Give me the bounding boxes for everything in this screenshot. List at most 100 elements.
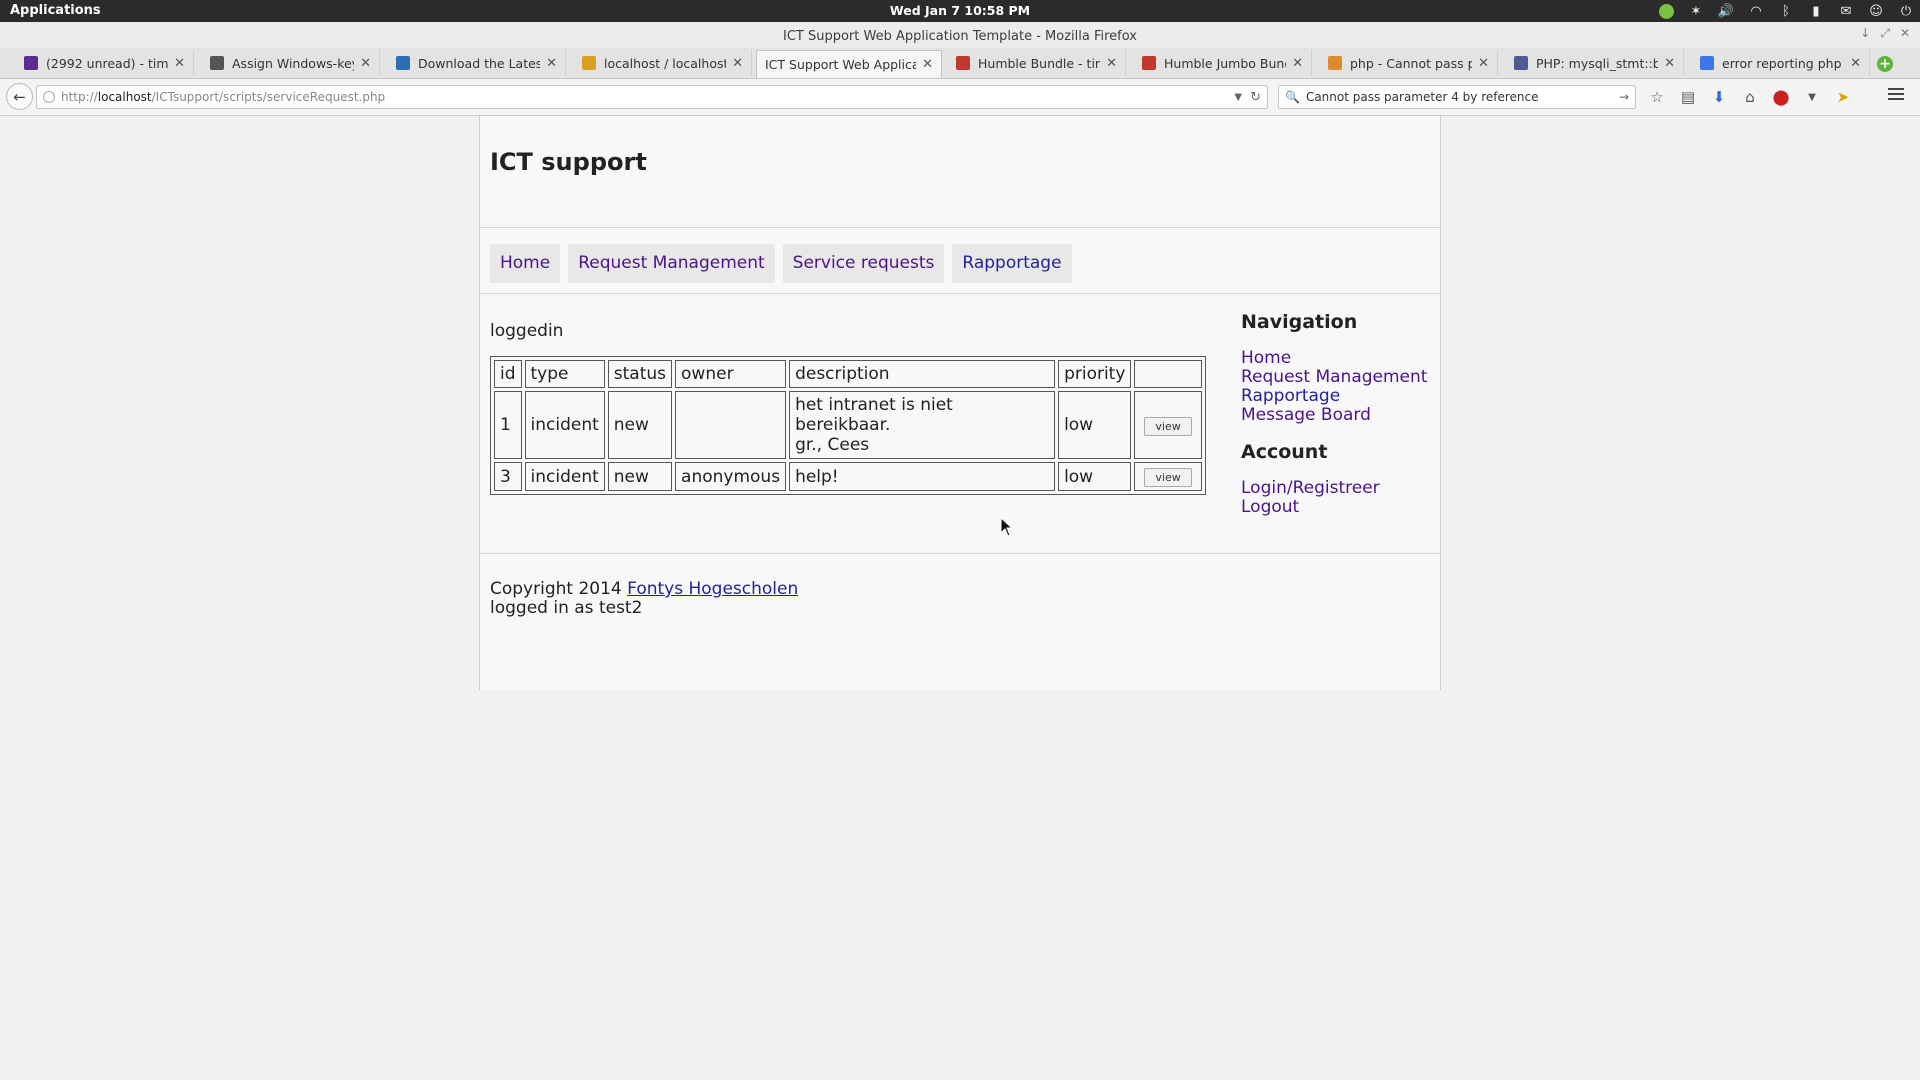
close-icon[interactable]: ✕ [546,56,557,71]
window-controls: ↓ ⤢ ✕ [1860,26,1910,41]
adblock-icon[interactable]: ⬤ [1772,88,1790,106]
maximize-icon[interactable]: ⤢ [1880,26,1890,41]
divider [480,293,1440,294]
divider [480,553,1440,554]
cell-description: het intranet is niet bereikbaar. gr., Cee… [789,391,1056,459]
spotify-icon[interactable] [1658,3,1674,19]
browser-tab[interactable]: Humble Bundle - tims... ✕ [948,50,1126,76]
cell-id: 1 [494,391,522,459]
browser-tab[interactable]: Humble Jumbo Bundl... ✕ [1134,50,1312,76]
browser-tab-active[interactable]: ICT Support Web Applicati... ✕ [756,50,942,78]
url-bar[interactable]: http://localhost/ICTsupport/scripts/serv… [36,85,1268,109]
tab-label: Humble Bundle - tims... [978,55,1100,71]
sidebar-link-message-board[interactable]: Message Board [1241,406,1431,425]
close-icon[interactable]: ✕ [360,56,371,71]
cell-action: view [1134,462,1202,491]
cell-description: help! [789,462,1056,491]
view-button[interactable]: view [1144,468,1192,487]
hamburger-menu-icon[interactable] [1888,88,1904,103]
window-title: ICT Support Web Application Template - M… [783,29,1137,44]
menu-item-request-management[interactable]: Request Management [568,244,775,283]
column-header-description: description [789,360,1056,388]
browser-tab[interactable]: php - Cannot pass par... ✕ [1320,50,1498,76]
mail-icon[interactable]: ✉ [1838,3,1854,19]
browser-tab[interactable]: Download the Latest ... ✕ [388,50,566,76]
humble-favicon-icon [956,56,970,70]
column-header-action [1134,360,1202,388]
back-button[interactable]: ← [6,83,33,110]
sidebar-link-logout[interactable]: Logout [1241,498,1431,517]
close-icon[interactable]: ✕ [1106,56,1117,71]
close-icon[interactable]: ✕ [1292,56,1303,71]
browser-tab[interactable]: Assign Windows-key t... ✕ [202,50,380,76]
tab-label: PHP: mysqli_stmt::bin... [1536,55,1659,71]
bookmarks-list-icon[interactable]: ▤ [1679,88,1697,106]
wifi-icon[interactable]: ◠ [1748,3,1764,19]
adblock-dropdown-icon[interactable]: ▼ [1803,88,1821,106]
user-icon[interactable]: ☺ [1868,3,1884,19]
navigation-heading: Navigation [1241,311,1358,333]
cell-priority: low [1058,391,1132,459]
cell-id: 3 [494,462,522,491]
navigation-toolbar: ← http://localhost/ICTsupport/scripts/se… [0,79,1920,116]
cell-owner [675,391,787,459]
close-window-icon[interactable]: ✕ [1900,26,1910,41]
search-bar[interactable]: 🔍 Cannot pass parameter 4 by reference → [1278,85,1636,109]
power-icon[interactable]: ⏻ [1898,3,1914,19]
menu-item-home[interactable]: Home [490,244,561,283]
site-identity-icon[interactable] [43,91,55,103]
sidebar-link-rapportage[interactable]: Rapportage [1241,387,1431,406]
menu-item-service-requests[interactable]: Service requests [782,244,945,283]
tab-label: Humble Jumbo Bundl... [1164,55,1286,71]
volume-icon[interactable]: 🔊 [1718,3,1734,19]
search-go-icon[interactable]: → [1619,90,1629,104]
downloads-icon[interactable]: ⬇ [1710,88,1728,106]
php-favicon-icon [1514,56,1528,70]
tab-label: Assign Windows-key t... [232,55,355,71]
stackoverflow-favicon-icon [1328,56,1342,70]
search-input[interactable]: Cannot pass parameter 4 by reference [1306,90,1619,104]
bluetooth-icon[interactable]: ᛒ [1778,3,1794,19]
close-icon[interactable]: ✕ [922,57,933,72]
browser-tab[interactable]: PHP: mysqli_stmt::bin... ✕ [1506,50,1684,76]
system-tray: ✶ 🔊 ◠ ᛒ ▮ ✉ ☺ ⏻ [1658,2,1914,20]
tab-label: error reporting php li... [1722,55,1844,71]
system-clock[interactable]: Wed Jan 7 10:58 PM [0,3,1920,18]
tab-label: localhost / localhost / ... [604,55,727,71]
search-icon[interactable]: 🔍 [1285,90,1300,104]
bookmark-star-icon[interactable]: ☆ [1648,88,1666,106]
sidebar-link-request-management[interactable]: Request Management [1241,368,1431,387]
column-header-owner: owner [675,360,787,388]
humble-favicon-icon [1142,56,1156,70]
view-button[interactable]: view [1144,416,1192,436]
steam-icon[interactable]: ✶ [1688,3,1704,19]
reload-icon[interactable]: ↻ [1250,90,1261,105]
sidebar-link-login[interactable]: Login/Registreer [1241,479,1431,498]
cell-type: incident [524,462,605,491]
menu-item-rapportage[interactable]: Rapportage [952,244,1072,283]
url-text[interactable]: http://localhost/ICTsupport/scripts/serv… [61,90,1234,104]
org-link[interactable]: Fontys Hogescholen [627,579,798,599]
url-history-dropdown-icon[interactable]: ▼ [1234,92,1242,103]
browser-tab[interactable]: error reporting php li... ✕ [1692,50,1870,76]
close-icon[interactable]: ✕ [174,56,185,71]
close-icon[interactable]: ✕ [1664,56,1675,71]
sidebar-link-home[interactable]: Home [1241,349,1431,368]
browser-tab[interactable]: (2992 unread) - tims... ✕ [16,50,194,76]
close-icon[interactable]: ✕ [1478,56,1489,71]
close-icon[interactable]: ✕ [732,56,743,71]
cell-status: new [607,391,673,459]
close-icon[interactable]: ✕ [1850,56,1861,71]
system-panel: Applications Wed Jan 7 10:58 PM ✶ 🔊 ◠ ᛒ … [0,0,1920,22]
browser-tab[interactable]: localhost / localhost / ... ✕ [574,50,752,76]
pointer-extension-icon[interactable]: ➤ [1834,88,1852,106]
service-request-table: id type status owner description priorit… [490,356,1206,495]
battery-icon[interactable]: ▮ [1808,3,1824,19]
minimize-icon[interactable]: ↓ [1860,26,1870,41]
tab-label: Download the Latest ... [418,55,541,71]
toolbar-icons: ☆ ▤ ⬇ ⌂ ⬤ ▼ ➤ [1648,85,1852,109]
home-icon[interactable]: ⌂ [1741,88,1759,106]
web-page: ICT support Home Request Management Serv… [479,116,1441,690]
window-titlebar: ICT Support Web Application Template - M… [0,22,1920,51]
new-tab-button[interactable]: + [1877,56,1893,72]
